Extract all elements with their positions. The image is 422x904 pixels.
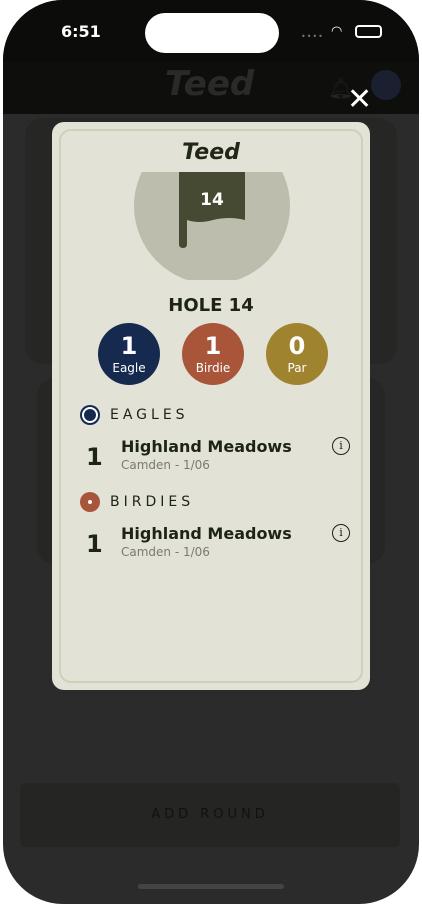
dynamic-island: [145, 13, 279, 53]
eagle-badge: 1 Eagle: [98, 323, 160, 385]
status-bar: 6:51 •••• ◠: [3, 0, 419, 62]
home-indicator[interactable]: [138, 884, 284, 889]
phone-screen: 6:51 •••• ◠ Teed 🔔︎ Teed 14 HOLE 14 1 Ea…: [3, 0, 419, 904]
signal-icon: ••••: [301, 32, 324, 41]
flag-illustration: 14: [134, 172, 290, 280]
eagles-section-header: EAGLES: [80, 405, 189, 425]
flag-icon: [179, 172, 245, 248]
hole-title: HOLE 14: [168, 295, 254, 316]
eagle-icon: [80, 405, 100, 425]
status-time: 6:51: [61, 22, 101, 41]
avatar[interactable]: [371, 70, 401, 100]
birdie-icon: [80, 492, 100, 512]
app-logo: Teed: [165, 64, 255, 104]
info-icon[interactable]: i: [332, 524, 350, 542]
birdies-section-header: BIRDIES: [80, 492, 194, 512]
close-icon[interactable]: ✕: [347, 85, 372, 115]
info-icon[interactable]: i: [332, 437, 350, 455]
hole-detail-modal: Teed 14 HOLE 14 1 Eagle 1 Birdie 0 Par E…: [52, 122, 370, 690]
par-badge: 0 Par: [266, 323, 328, 385]
birdie-badge: 1 Birdie: [182, 323, 244, 385]
modal-logo: Teed: [182, 140, 240, 165]
wifi-icon: ◠: [331, 24, 343, 39]
add-round-button[interactable]: ADD ROUND: [20, 783, 400, 847]
flag-hole-number: 14: [200, 190, 224, 210]
battery-icon: [355, 25, 382, 38]
